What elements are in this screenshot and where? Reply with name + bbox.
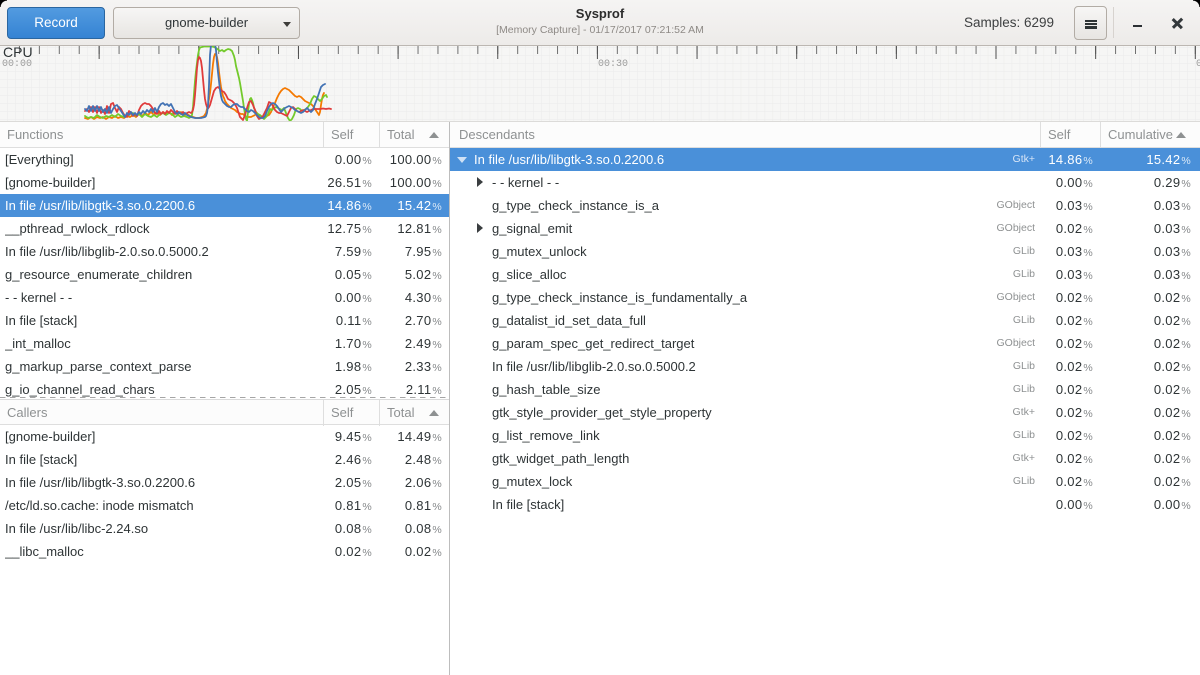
svg-text:01:00: 01:00 — [1196, 59, 1200, 70]
svg-text:00:00: 00:00 — [2, 59, 32, 70]
svg-text:00:30: 00:30 — [598, 59, 628, 70]
svg-text:CPU: CPU — [3, 46, 33, 60]
